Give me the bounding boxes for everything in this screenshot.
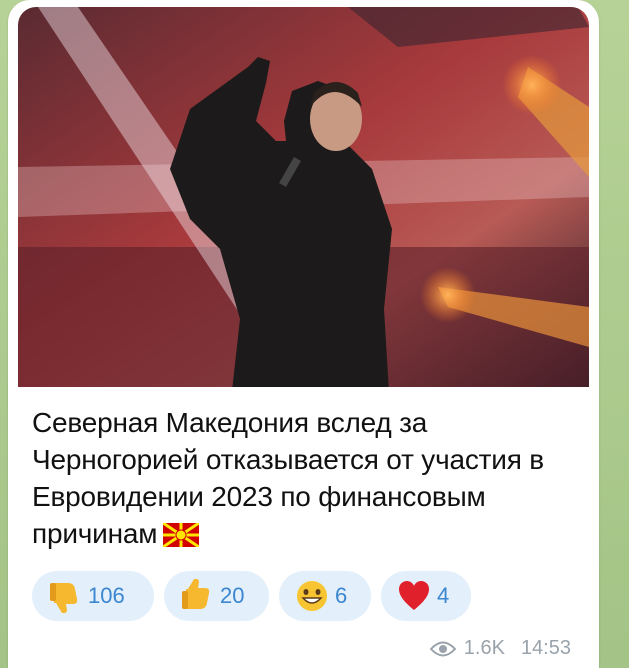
reaction-thumbs-up[interactable]: 20: [164, 571, 269, 621]
eye-icon: [429, 640, 457, 658]
message-text: Северная Македония вслед за Черногорией …: [32, 404, 572, 556]
reactions-bar: 106 20 6 4: [32, 571, 471, 621]
grinning-face-icon: [295, 579, 329, 613]
reaction-count: 106: [88, 583, 125, 608]
message-time: 14:53: [520, 637, 571, 659]
thumbs-down-icon: [48, 579, 82, 613]
reaction-red-heart[interactable]: 4: [381, 571, 471, 621]
thumbs-up-icon: [180, 579, 214, 613]
north-macedonia-flag-icon: [162, 519, 201, 556]
reaction-count: 20: [220, 583, 245, 608]
reaction-count: 6: [335, 583, 348, 608]
reaction-thumbs-down[interactable]: 106: [32, 571, 154, 621]
reaction-count: 4: [437, 583, 450, 608]
message-photo[interactable]: [18, 7, 589, 387]
reaction-grinning-face[interactable]: 6: [279, 571, 371, 621]
view-count: 1.6K: [463, 637, 505, 659]
message-text-content: Северная Македония вслед за Черногорией …: [32, 407, 544, 549]
message-meta: 1.6K 14:53: [429, 637, 571, 660]
red-heart-icon: [397, 579, 431, 613]
